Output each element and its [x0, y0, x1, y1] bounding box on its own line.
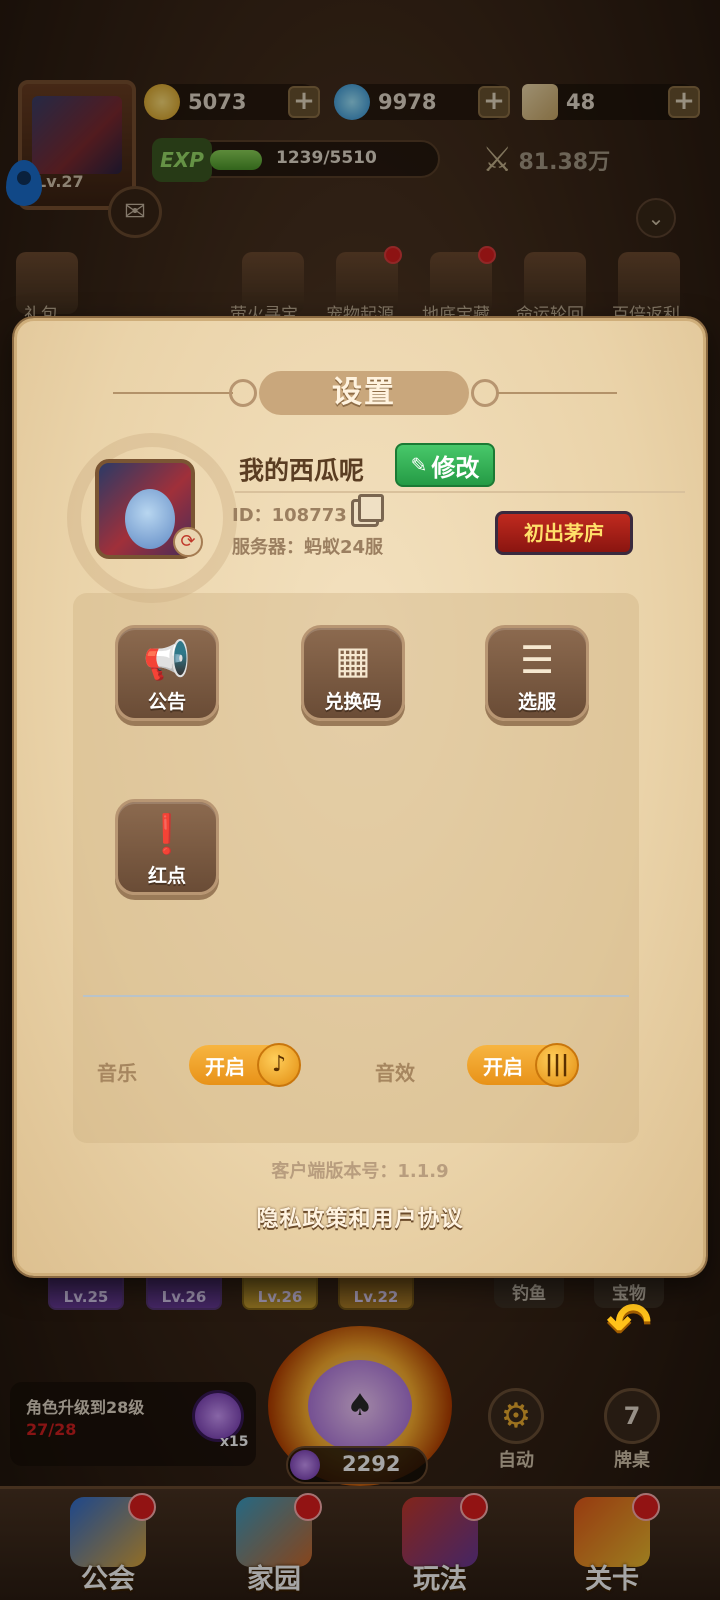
- music-note-icon: ♪: [257, 1043, 301, 1087]
- sound-wave-icon: |||: [535, 1043, 579, 1087]
- swap-avatar-icon[interactable]: ⟳: [173, 527, 203, 557]
- sfx-label: 音效: [375, 1061, 415, 1085]
- edit-name-button[interactable]: ✎ 修改: [395, 443, 495, 487]
- settings-title-bar: 设置: [17, 371, 703, 415]
- copy-icon[interactable]: [351, 494, 384, 527]
- select-server-button[interactable]: ☰ 选服: [485, 625, 589, 721]
- sfx-toggle-text: 开启: [483, 1055, 523, 1079]
- back-arrow-icon[interactable]: ↶: [594, 1296, 664, 1350]
- music-label: 音乐: [97, 1061, 137, 1085]
- red-dot-button[interactable]: ❗ 红点: [115, 799, 219, 895]
- qr-code-icon: ▦: [335, 638, 371, 682]
- pencil-icon: ✎: [410, 453, 428, 477]
- edit-label: 修改: [431, 453, 480, 482]
- music-toggle[interactable]: 开启 ♪: [189, 1043, 301, 1087]
- megaphone-icon: 📢: [143, 638, 191, 682]
- privacy-policy-link[interactable]: 隐私政策和用户协议: [17, 1201, 703, 1233]
- feature-label: 兑换码: [324, 691, 382, 713]
- rank-badge[interactable]: 初出茅庐: [495, 511, 633, 555]
- announcement-button[interactable]: 📢 公告: [115, 625, 219, 721]
- sfx-toggle[interactable]: 开启 |||: [467, 1043, 579, 1087]
- settings-panel: 设置 ⟳ 我的西瓜呢 ✎ 修改 ID：108773 服务器：蚂蚁24服 初出茅庐…: [14, 318, 706, 1276]
- title-divider: [113, 392, 233, 394]
- feature-label: 红点: [147, 865, 186, 887]
- music-toggle-text: 开启: [205, 1055, 245, 1079]
- client-version: 客户端版本号：1.1.9: [271, 1161, 449, 1182]
- settings-title: 设置: [259, 371, 469, 415]
- swirl-icon: [229, 379, 257, 407]
- settings-options-box: 📢 公告 ▦ 兑换码 ☰ 选服 ❗ 红点 音乐 开启 ♪ 音效 开启 |||: [73, 593, 639, 1143]
- avatar-portrait: [125, 489, 175, 549]
- title-divider: [497, 392, 617, 394]
- redeem-code-button[interactable]: ▦ 兑换码: [301, 625, 405, 721]
- feature-label: 公告: [147, 691, 186, 713]
- player-name: 我的西瓜呢: [239, 456, 365, 485]
- exclamation-icon: ❗: [143, 812, 191, 856]
- player-id: ID：108773: [232, 505, 347, 526]
- server-info: 服务器：蚂蚁24服: [232, 537, 384, 558]
- options-divider: [83, 995, 629, 997]
- swirl-icon: [471, 379, 499, 407]
- feature-label: 选服: [517, 691, 556, 713]
- profile-divider: [235, 491, 685, 493]
- checklist-icon: ☰: [519, 638, 555, 682]
